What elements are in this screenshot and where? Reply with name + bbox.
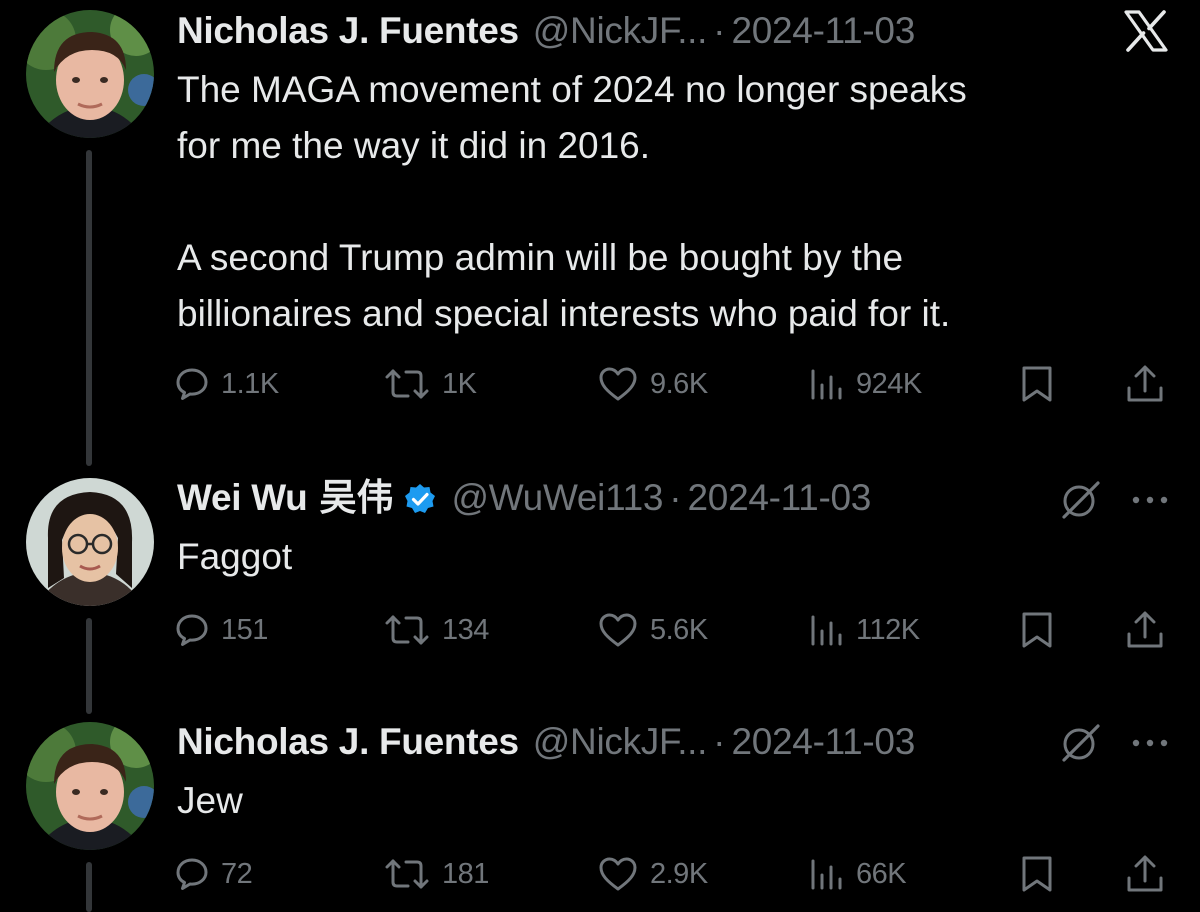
tweet-text: Jew bbox=[177, 780, 243, 821]
action-bar: 72 181 2.9K 66K bbox=[175, 851, 1175, 897]
bookmark-icon bbox=[1020, 854, 1054, 894]
share-icon bbox=[1125, 364, 1165, 404]
view-count: 924K bbox=[856, 367, 922, 400]
bookmark-button[interactable] bbox=[1020, 607, 1054, 653]
grok-icon[interactable] bbox=[1058, 723, 1104, 768]
avatar[interactable] bbox=[26, 722, 154, 850]
reply-icon bbox=[175, 857, 209, 891]
repost-count: 134 bbox=[442, 613, 489, 646]
display-name-cjk[interactable]: 吴伟 bbox=[319, 475, 393, 521]
reply-button[interactable]: 72 bbox=[175, 851, 253, 897]
like-button[interactable]: 9.6K bbox=[598, 361, 708, 407]
avatar[interactable] bbox=[26, 10, 154, 138]
avatar[interactable] bbox=[26, 478, 154, 606]
bookmark-icon bbox=[1020, 364, 1054, 404]
share-button[interactable] bbox=[1125, 851, 1165, 897]
user-handle[interactable]: @NickJF... bbox=[533, 8, 708, 54]
display-name[interactable]: Nicholas J. Fuentes bbox=[177, 719, 519, 765]
reply-count: 151 bbox=[221, 613, 268, 646]
like-button[interactable]: 2.9K bbox=[598, 851, 708, 897]
reply-button[interactable]: 1.1K bbox=[175, 361, 279, 407]
action-bar: 1.1K 1K 9.6K 924K bbox=[175, 361, 1175, 407]
heart-icon bbox=[598, 366, 638, 402]
tweet-date[interactable]: 2024-11-03 bbox=[731, 719, 915, 765]
tweet-date[interactable]: 2024-11-03 bbox=[731, 8, 915, 54]
more-icon[interactable] bbox=[1130, 736, 1170, 754]
tweet[interactable]: Wei Wu 吴伟 @WuWei113 · 2024-11-03 Faggot … bbox=[0, 475, 1200, 685]
like-count: 9.6K bbox=[650, 367, 708, 400]
views-button[interactable]: 924K bbox=[808, 361, 922, 407]
views-button[interactable]: 66K bbox=[808, 851, 907, 897]
more-icon[interactable] bbox=[1130, 493, 1170, 511]
bookmark-button[interactable] bbox=[1020, 851, 1054, 897]
repost-button[interactable]: 134 bbox=[384, 607, 489, 653]
share-icon bbox=[1125, 610, 1165, 650]
separator-dot: · bbox=[713, 10, 726, 51]
display-name[interactable]: Nicholas J. Fuentes bbox=[177, 8, 519, 54]
tweet-text: The MAGA movement of 2024 no longer spea… bbox=[177, 69, 967, 334]
share-button[interactable] bbox=[1125, 607, 1165, 653]
reply-count: 1.1K bbox=[221, 367, 279, 400]
separator-dot: · bbox=[713, 721, 726, 762]
verified-badge-icon bbox=[403, 481, 437, 515]
repost-button[interactable]: 181 bbox=[384, 851, 489, 897]
tweet-header: Nicholas J. Fuentes @NickJF... · 2024-11… bbox=[177, 719, 915, 765]
repost-icon bbox=[384, 367, 430, 401]
share-icon bbox=[1125, 854, 1165, 894]
tweet[interactable]: Nicholas J. Fuentes @NickJF... · 2024-11… bbox=[0, 8, 1200, 428]
view-count: 66K bbox=[856, 857, 907, 890]
tweet-header: Nicholas J. Fuentes @NickJF... · 2024-11… bbox=[177, 8, 915, 54]
like-count: 5.6K bbox=[650, 613, 708, 646]
user-handle[interactable]: @WuWei113 bbox=[451, 475, 663, 521]
tweet[interactable]: Nicholas J. Fuentes @NickJF... · 2024-11… bbox=[0, 719, 1200, 909]
heart-icon bbox=[598, 856, 638, 892]
views-chart-icon bbox=[808, 613, 844, 647]
repost-icon bbox=[384, 613, 430, 647]
like-button[interactable]: 5.6K bbox=[598, 607, 708, 653]
reply-icon bbox=[175, 613, 209, 647]
user-handle[interactable]: @NickJF... bbox=[533, 719, 708, 765]
views-chart-icon bbox=[808, 857, 844, 891]
tweet-date[interactable]: 2024-11-03 bbox=[688, 475, 872, 521]
separator-dot: · bbox=[669, 477, 682, 518]
reply-button[interactable]: 151 bbox=[175, 607, 268, 653]
repost-count: 181 bbox=[442, 857, 489, 890]
like-count: 2.9K bbox=[650, 857, 708, 890]
views-chart-icon bbox=[808, 367, 844, 401]
repost-icon bbox=[384, 857, 430, 891]
bookmark-button[interactable] bbox=[1020, 361, 1054, 407]
action-bar: 151 134 5.6K 112K bbox=[175, 607, 1175, 653]
tweet-header: Wei Wu 吴伟 @WuWei113 · 2024-11-03 bbox=[177, 475, 871, 521]
heart-icon bbox=[598, 612, 638, 648]
repost-button[interactable]: 1K bbox=[384, 361, 477, 407]
tweet-text: Faggot bbox=[177, 536, 293, 577]
reply-count: 72 bbox=[221, 857, 253, 890]
repost-count: 1K bbox=[442, 367, 477, 400]
view-count: 112K bbox=[856, 613, 920, 646]
grok-icon[interactable] bbox=[1058, 480, 1104, 525]
views-button[interactable]: 112K bbox=[808, 607, 920, 653]
display-name[interactable]: Wei Wu bbox=[177, 475, 308, 521]
share-button[interactable] bbox=[1125, 361, 1165, 407]
bookmark-icon bbox=[1020, 610, 1054, 650]
reply-icon bbox=[175, 367, 209, 401]
